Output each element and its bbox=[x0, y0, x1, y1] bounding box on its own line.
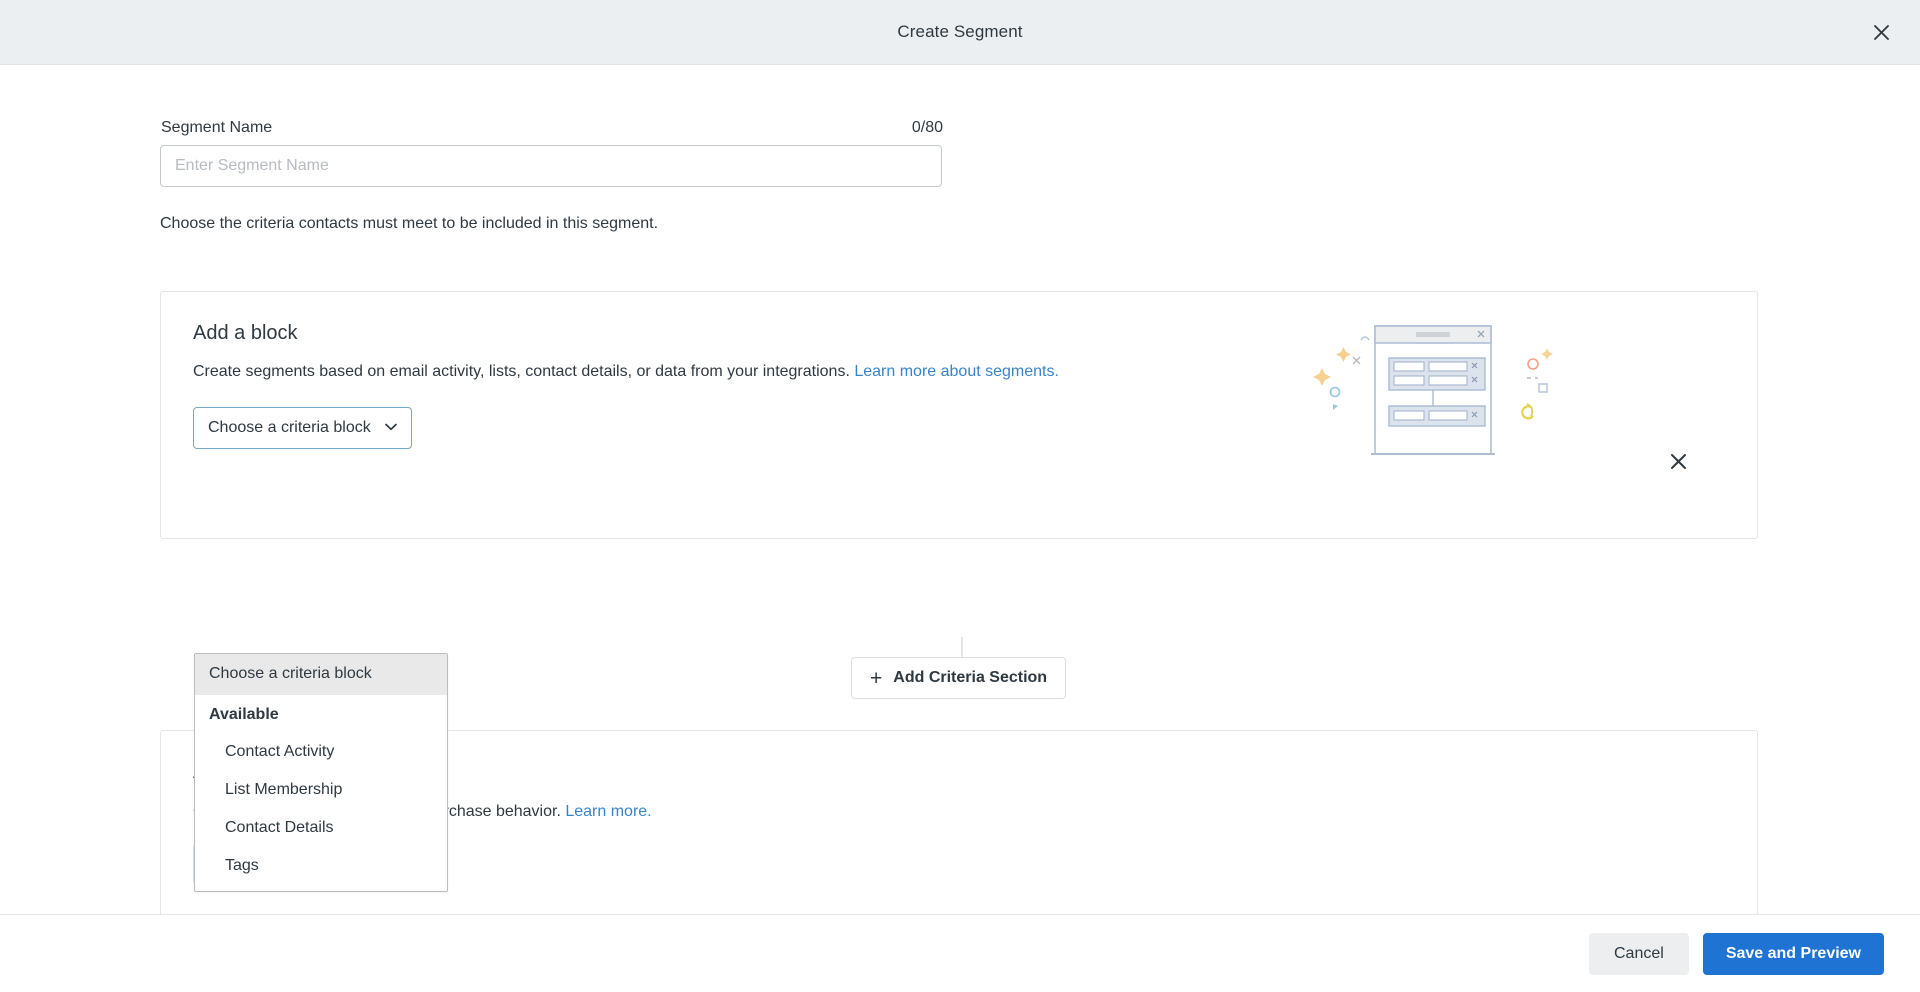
add-criteria-section-label: Add Criteria Section bbox=[893, 669, 1048, 686]
close-icon[interactable] bbox=[1864, 15, 1898, 49]
add-criteria-section-button[interactable]: + Add Criteria Section bbox=[851, 657, 1067, 699]
choose-criteria-block-label: Choose a criteria block bbox=[208, 419, 371, 436]
dropdown-item-contact-details[interactable]: Contact Details bbox=[195, 809, 447, 847]
segment-name-input[interactable] bbox=[160, 145, 942, 187]
modal-footer: Cancel Save and Preview bbox=[0, 914, 1920, 992]
modal-header: Create Segment bbox=[0, 0, 1920, 65]
ecommerce-learn-more-link[interactable]: Learn more. bbox=[565, 803, 651, 820]
create-segment-modal: Create Segment Segment Name 0/80 Choose … bbox=[0, 0, 1920, 992]
dropdown-group-label: Available bbox=[209, 706, 279, 723]
segment-name-label: Segment Name bbox=[161, 119, 273, 136]
add-block-title: Add a block bbox=[193, 322, 298, 344]
add-block-description-text: Create segments based on email activity,… bbox=[193, 363, 850, 380]
dropdown-item-list-membership[interactable]: List Membership bbox=[195, 771, 447, 809]
choose-criteria-block-select[interactable]: Choose a criteria block bbox=[193, 407, 412, 449]
add-block-card: Add a block Create segments based on ema… bbox=[160, 291, 1758, 539]
dropdown-item-tags[interactable]: Tags bbox=[195, 847, 447, 885]
criteria-block-dropdown: Choose a criteria block Available Contac… bbox=[194, 653, 448, 892]
learn-more-segments-link[interactable]: Learn more about segments. bbox=[854, 363, 1059, 380]
save-and-preview-button[interactable]: Save and Preview bbox=[1702, 932, 1884, 975]
character-counter: 0/80 bbox=[911, 119, 943, 136]
page-title: Create Segment bbox=[897, 22, 1023, 41]
modal-body: Segment Name 0/80 Choose the criteria co… bbox=[0, 65, 1920, 992]
plus-icon: + bbox=[870, 666, 883, 690]
dropdown-selected-option[interactable]: Choose a criteria block bbox=[195, 654, 447, 695]
add-block-description: Create segments based on email activity,… bbox=[193, 363, 1725, 381]
segment-name-row: Segment Name 0/80 bbox=[161, 119, 943, 137]
chevron-down-icon bbox=[384, 423, 397, 434]
cancel-button[interactable]: Cancel bbox=[1589, 932, 1689, 975]
dropdown-item-contact-activity[interactable]: Contact Activity bbox=[195, 733, 447, 771]
criteria-description: Choose the criteria contacts must meet t… bbox=[160, 215, 659, 232]
remove-block-button[interactable] bbox=[1661, 444, 1695, 478]
